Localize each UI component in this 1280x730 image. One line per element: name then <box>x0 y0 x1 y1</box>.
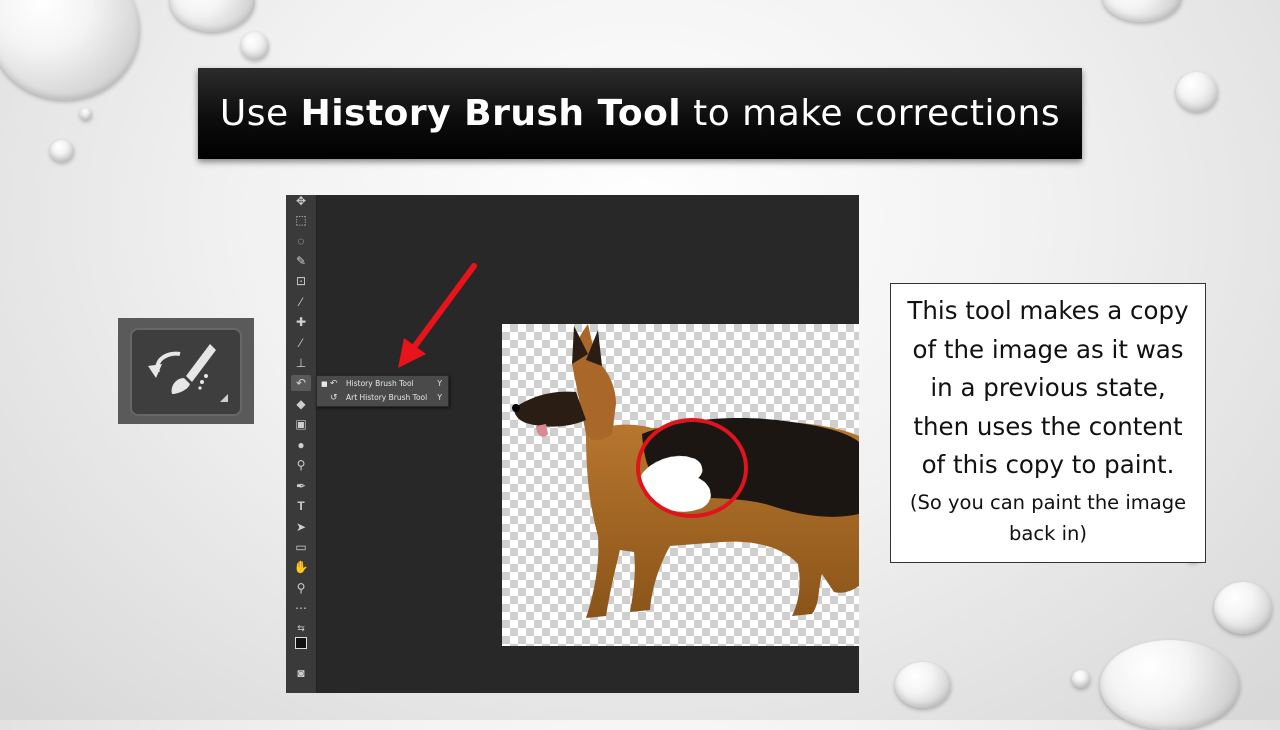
title-bar: Use History Brush Tool to make correctio… <box>198 68 1082 159</box>
quick-selection-tool-icon[interactable]: ✎ <box>291 253 311 269</box>
history-brush-icon: ↶ <box>330 379 338 389</box>
description-box: This tool makes a copy of the image as i… <box>890 283 1206 563</box>
water-drop <box>50 140 74 162</box>
water-drop <box>1214 582 1272 634</box>
water-drop <box>895 662 951 708</box>
tool-button <box>130 328 242 416</box>
flyout-item-label: History Brush Tool <box>346 379 414 388</box>
flyout-item-history-brush[interactable]: ■ ↶ History Brush Tool Y <box>317 377 448 391</box>
photoshop-workspace: ✥ ⬚ ◌ ✎ ⊡ ⁄ ✚ ⁄ ⊥ ↶ ◆ ▣ ● ⚲ ✒ T ➤ ▭ ✋ ⚲ … <box>286 195 859 693</box>
flyout-item-shortcut: Y <box>437 379 442 388</box>
description-main-text: This tool makes a copy of the image as i… <box>907 296 1189 479</box>
eraser-tool-icon[interactable]: ◆ <box>291 396 311 412</box>
gradient-tool-icon[interactable]: ▣ <box>291 416 311 432</box>
selected-bullet-icon: ■ <box>321 380 328 388</box>
lasso-tool-icon[interactable]: ◌ <box>291 233 311 249</box>
water-drop <box>1176 72 1218 112</box>
blur-tool-icon[interactable]: ● <box>291 437 311 453</box>
water-drop <box>0 0 140 100</box>
healing-brush-tool-icon[interactable]: ✚ <box>291 314 311 330</box>
title-prefix: Use <box>219 93 301 134</box>
water-drop <box>80 108 92 120</box>
water-drop <box>241 32 269 60</box>
crop-tool-icon[interactable]: ⊡ <box>291 273 311 289</box>
water-drop <box>1100 640 1240 730</box>
type-tool-icon[interactable]: T <box>291 498 311 514</box>
quick-mask-icon[interactable]: ◙ <box>291 665 311 681</box>
water-drop <box>1102 0 1182 22</box>
history-brush-tool-enlarged <box>118 318 254 424</box>
color-swatches-icon[interactable] <box>291 635 312 657</box>
dog-image <box>512 324 859 618</box>
history-brush-tool-icon[interactable]: ↶ <box>291 375 311 391</box>
tools-panel: ✥ ⬚ ◌ ✎ ⊡ ⁄ ✚ ⁄ ⊥ ↶ ◆ ▣ ● ⚲ ✒ T ➤ ▭ ✋ ⚲ … <box>286 195 317 693</box>
slide-title: Use History Brush Tool to make correctio… <box>220 93 1060 134</box>
title-suffix: to make corrections <box>681 93 1061 134</box>
flyout-item-label: Art History Brush Tool <box>346 393 428 402</box>
zoom-tool-icon[interactable]: ⚲ <box>291 580 311 596</box>
brush-tool-icon[interactable]: ⁄ <box>291 335 311 351</box>
flyout-item-shortcut: Y <box>437 393 442 402</box>
water-drop <box>1072 670 1090 688</box>
eyedropper-tool-icon[interactable]: ⁄ <box>291 294 311 310</box>
description-note-text: (So you can paint the image back in) <box>909 490 1187 545</box>
tool-flyout-menu: ■ ↶ History Brush Tool Y ↺ Art History B… <box>316 375 449 407</box>
pen-tool-icon[interactable]: ✒ <box>291 478 311 494</box>
document-canvas[interactable] <box>502 324 859 646</box>
clone-stamp-tool-icon[interactable]: ⊥ <box>291 355 311 371</box>
dodge-tool-icon[interactable]: ⚲ <box>291 457 311 473</box>
history-brush-icon <box>148 344 228 402</box>
water-drop <box>170 0 255 32</box>
rectangle-tool-icon[interactable]: ▭ <box>291 539 311 555</box>
move-tool-icon[interactable]: ✥ <box>291 195 311 209</box>
hand-tool-icon[interactable]: ✋ <box>291 559 311 575</box>
art-history-brush-icon: ↺ <box>330 393 338 403</box>
title-bold: History Brush Tool <box>300 93 682 134</box>
path-selection-tool-icon[interactable]: ➤ <box>291 519 311 535</box>
flyout-item-art-history-brush[interactable]: ↺ Art History Brush Tool Y <box>317 391 448 405</box>
more-tools-icon[interactable]: ⋯ <box>291 600 311 616</box>
swap-colors-icon[interactable]: ⇆ <box>291 620 311 636</box>
foreground-color-swatch[interactable] <box>295 637 307 649</box>
marquee-tool-icon[interactable]: ⬚ <box>291 212 311 228</box>
red-arrow-icon <box>398 263 477 368</box>
